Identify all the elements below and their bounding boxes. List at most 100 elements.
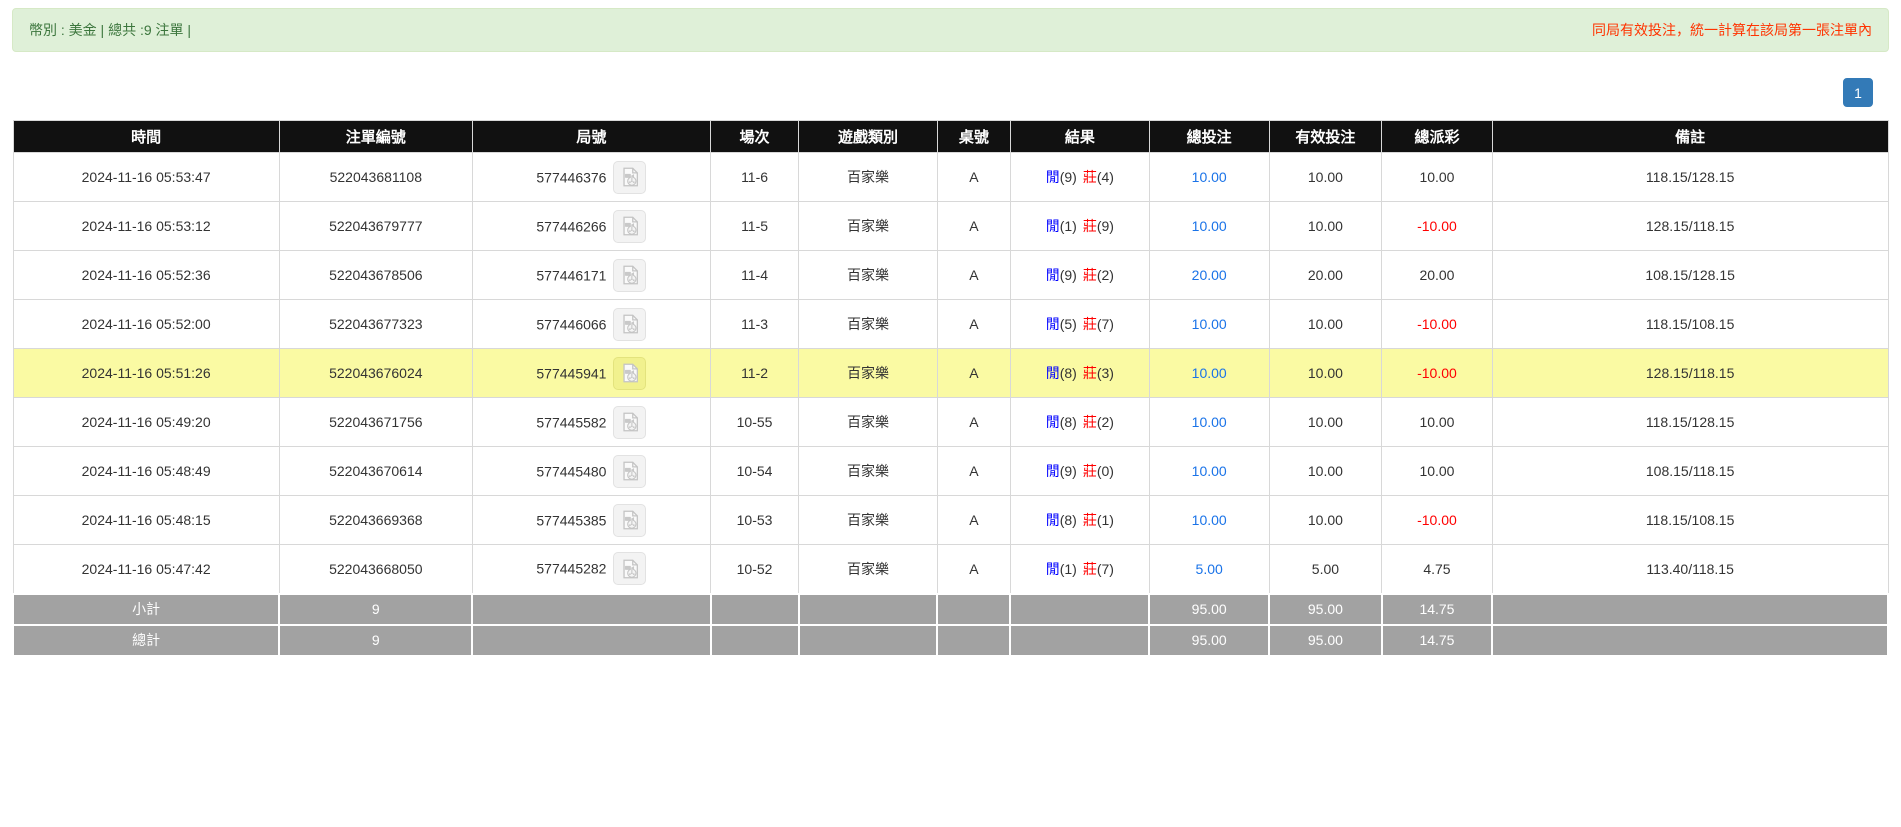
time-cell: 2024-11-16 05:51:26 bbox=[13, 349, 279, 398]
banker-result-score: (1) bbox=[1097, 512, 1114, 528]
pagination-page-1-button[interactable]: 1 bbox=[1843, 78, 1873, 107]
total-bet-link[interactable]: 10.00 bbox=[1192, 316, 1227, 332]
video-file-icon[interactable] bbox=[613, 308, 646, 341]
total-bet-link[interactable]: 10.00 bbox=[1192, 512, 1227, 528]
table-row: 2024-11-16 05:52:36522043678506577446171… bbox=[13, 251, 1888, 300]
total-bet-link[interactable]: 10.00 bbox=[1192, 463, 1227, 479]
payout-cell: -10.00 bbox=[1382, 496, 1493, 545]
video-file-icon[interactable] bbox=[613, 210, 646, 243]
summary-empty-cell bbox=[711, 625, 799, 656]
summary-row: 小計995.0095.0014.75 bbox=[13, 594, 1888, 625]
total-bet-link[interactable]: 10.00 bbox=[1192, 365, 1227, 381]
payout-cell: 10.00 bbox=[1382, 398, 1493, 447]
player-result-label: 閒 bbox=[1046, 414, 1060, 430]
player-result-label: 閒 bbox=[1046, 316, 1060, 332]
summary-empty-cell bbox=[799, 625, 938, 656]
round-number-cell: 577446266 bbox=[472, 202, 710, 251]
payout-cell: 10.00 bbox=[1382, 153, 1493, 202]
summary-empty-cell bbox=[799, 594, 938, 625]
player-result-label: 閒 bbox=[1046, 512, 1060, 528]
remark-cell: 118.15/128.15 bbox=[1492, 153, 1888, 202]
game-type-cell: 百家樂 bbox=[799, 447, 938, 496]
bet-number-cell: 522043678506 bbox=[279, 251, 472, 300]
banker-result-label: 莊 bbox=[1083, 365, 1097, 381]
table-header-row: 時間注單編號局號場次遊戲類別桌號結果總投注有效投注總派彩備註 bbox=[13, 121, 1888, 153]
total-bet-cell: 20.00 bbox=[1149, 251, 1269, 300]
table-row: 2024-11-16 05:53:47522043681108577446376… bbox=[13, 153, 1888, 202]
total-bet-link[interactable]: 5.00 bbox=[1196, 561, 1223, 577]
round-number-cell: 577446171 bbox=[472, 251, 710, 300]
result-cell: 閒(9)莊(4) bbox=[1010, 153, 1149, 202]
session-cell: 11-6 bbox=[711, 153, 799, 202]
remark-cell: 108.15/128.15 bbox=[1492, 251, 1888, 300]
video-file-icon[interactable] bbox=[613, 259, 646, 292]
player-result-score: (9) bbox=[1060, 463, 1077, 479]
summary-empty-cell bbox=[937, 625, 1010, 656]
table-row: 2024-11-16 05:51:26522043676024577445941… bbox=[13, 349, 1888, 398]
valid-bet-cell: 10.00 bbox=[1269, 349, 1381, 398]
result-cell: 閒(9) 莊(0) bbox=[1010, 447, 1149, 496]
column-header: 遊戲類別 bbox=[799, 121, 938, 153]
player-result-score: (1) bbox=[1060, 218, 1077, 234]
video-file-icon[interactable] bbox=[613, 552, 646, 585]
player-result-label: 閒 bbox=[1046, 463, 1060, 479]
payout-cell: 10.00 bbox=[1382, 447, 1493, 496]
round-number: 577446266 bbox=[536, 218, 606, 234]
remark-cell: 118.15/128.15 bbox=[1492, 398, 1888, 447]
total-bet-link[interactable]: 20.00 bbox=[1192, 267, 1227, 283]
total-bet-link[interactable]: 10.00 bbox=[1192, 218, 1227, 234]
player-result-score: (8) bbox=[1060, 414, 1077, 430]
round-number-cell: 577445582 bbox=[472, 398, 710, 447]
pagination: 1 bbox=[12, 78, 1873, 107]
summary-count-cell: 9 bbox=[279, 594, 472, 625]
player-result-label: 閒 bbox=[1046, 218, 1060, 234]
player-result-label: 閒 bbox=[1046, 365, 1060, 381]
result-cell: 閒(8)莊(1) bbox=[1010, 496, 1149, 545]
video-file-icon[interactable] bbox=[613, 455, 646, 488]
round-number-cell: 577445385 bbox=[472, 496, 710, 545]
table-number-cell: A bbox=[937, 398, 1010, 447]
banker-result-label: 莊 bbox=[1083, 463, 1097, 479]
summary-row: 總計995.0095.0014.75 bbox=[13, 625, 1888, 656]
bet-number-cell: 522043677323 bbox=[279, 300, 472, 349]
total-bet-cell: 10.00 bbox=[1149, 496, 1269, 545]
video-file-icon[interactable] bbox=[613, 357, 646, 390]
remark-cell: 118.15/108.15 bbox=[1492, 496, 1888, 545]
table-number-cell: A bbox=[937, 202, 1010, 251]
total-bet-link[interactable]: 10.00 bbox=[1192, 169, 1227, 185]
total-bet-cell: 10.00 bbox=[1149, 398, 1269, 447]
result-cell: 閒(1)莊(7) bbox=[1010, 545, 1149, 594]
table-number-cell: A bbox=[937, 153, 1010, 202]
round-number-cell: 577446376 bbox=[472, 153, 710, 202]
player-result-score: (8) bbox=[1060, 512, 1077, 528]
round-number: 577445941 bbox=[536, 365, 606, 381]
video-file-icon[interactable] bbox=[613, 161, 646, 194]
banker-result-score: (0) bbox=[1097, 463, 1114, 479]
round-number: 577445480 bbox=[536, 463, 606, 479]
bet-history-table: 時間注單編號局號場次遊戲類別桌號結果總投注有效投注總派彩備註 2024-11-1… bbox=[12, 120, 1889, 657]
total-bet-cell: 10.00 bbox=[1149, 202, 1269, 251]
summary-valid-bet-cell: 95.00 bbox=[1269, 625, 1381, 656]
video-file-icon[interactable] bbox=[613, 406, 646, 439]
table-number-cell: A bbox=[937, 300, 1010, 349]
time-cell: 2024-11-16 05:48:15 bbox=[13, 496, 279, 545]
result-cell: 閒(8)莊(2) bbox=[1010, 398, 1149, 447]
valid-bet-cell: 20.00 bbox=[1269, 251, 1381, 300]
table-row: 2024-11-16 05:48:15522043669368577445385… bbox=[13, 496, 1888, 545]
table-row: 2024-11-16 05:49:20522043671756577445582… bbox=[13, 398, 1888, 447]
total-bet-link[interactable]: 10.00 bbox=[1192, 414, 1227, 430]
player-result-score: (9) bbox=[1060, 169, 1077, 185]
remark-cell: 118.15/108.15 bbox=[1492, 300, 1888, 349]
summary-total-bet-cell: 95.00 bbox=[1149, 594, 1269, 625]
table-row: 2024-11-16 05:47:42522043668050577445282… bbox=[13, 545, 1888, 594]
banker-result-score: (7) bbox=[1097, 561, 1114, 577]
time-cell: 2024-11-16 05:48:49 bbox=[13, 447, 279, 496]
video-file-icon[interactable] bbox=[613, 504, 646, 537]
summary-empty-cell bbox=[472, 625, 710, 656]
time-cell: 2024-11-16 05:52:00 bbox=[13, 300, 279, 349]
time-cell: 2024-11-16 05:53:12 bbox=[13, 202, 279, 251]
valid-bet-cell: 10.00 bbox=[1269, 398, 1381, 447]
summary-empty-cell bbox=[711, 594, 799, 625]
game-type-cell: 百家樂 bbox=[799, 153, 938, 202]
banker-result-score: (7) bbox=[1097, 316, 1114, 332]
